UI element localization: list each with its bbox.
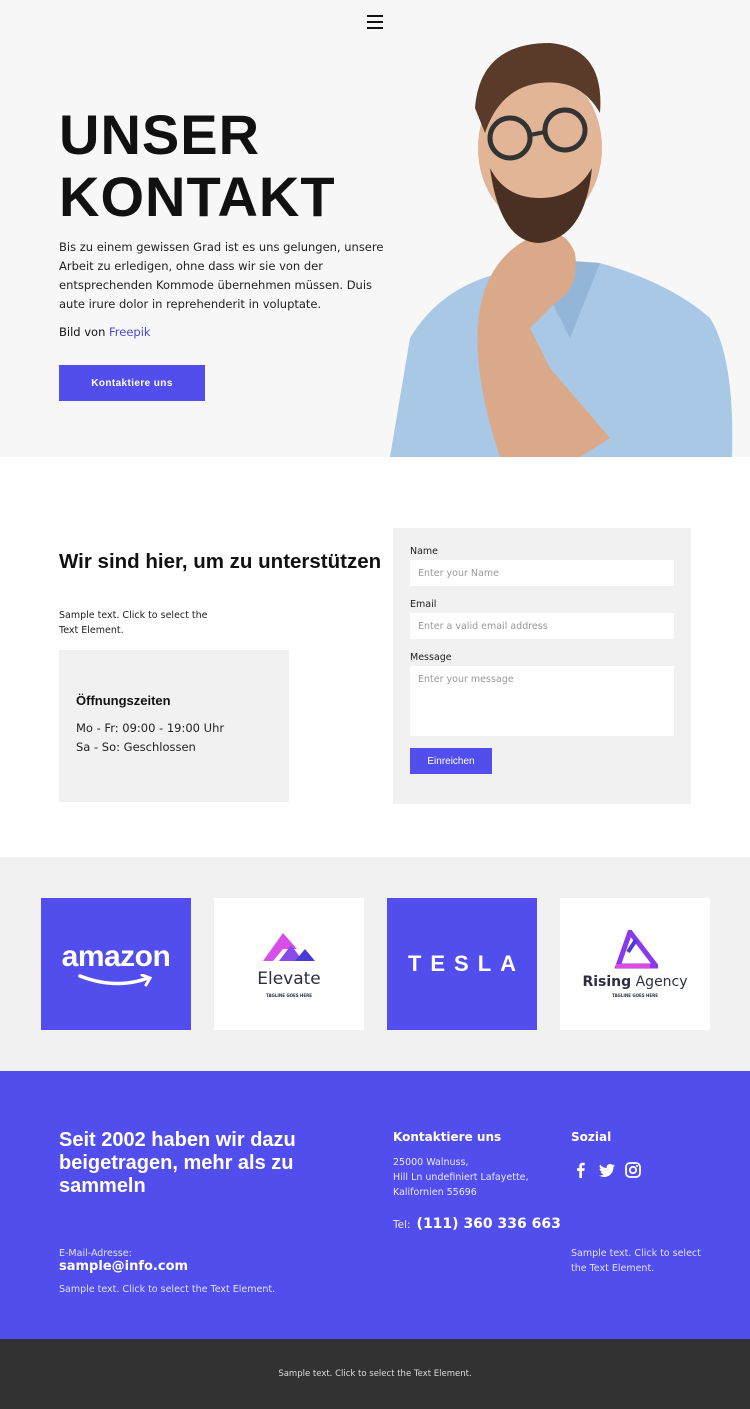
footer-heading: Seit 2002 haben wir dazu beigetragen, me… — [59, 1129, 296, 1197]
footer-contact-heading: Kontaktiere uns — [393, 1130, 502, 1144]
agency-text: Agency — [631, 974, 688, 990]
partner-logos-section: amazon Elevate TAGLINE GOES HERE TESLA R… — [0, 857, 750, 1071]
elevate-logo-text: Elevate — [257, 968, 321, 989]
footer-address: 25000 Walnuss, Hill Ln undefiniert Lafay… — [393, 1155, 529, 1200]
title-line-1: UNSER — [59, 103, 261, 166]
opening-hours-title: Öffnungszeiten — [76, 693, 171, 708]
email-input[interactable] — [410, 613, 674, 639]
submit-button[interactable]: Einreichen — [410, 748, 492, 774]
footer-phone: Tel: (111) 360 336 663 — [393, 1216, 561, 1232]
rising-agency-logo-text: Rising Agency — [582, 974, 687, 990]
message-label: Message — [410, 652, 452, 663]
amazon-smile-icon — [78, 974, 153, 987]
opening-hours-card: Öffnungszeiten Mo - Fr: 09:00 - 19:00 Uh… — [59, 650, 289, 802]
tel-label: Tel: — [393, 1219, 411, 1231]
tesla-logo-text: TESLA — [407, 951, 526, 976]
hero-person-image — [390, 43, 733, 457]
footer-email[interactable]: sample@info.com — [59, 1259, 188, 1274]
instagram-icon[interactable] — [625, 1162, 641, 1178]
twitter-icon[interactable] — [599, 1162, 615, 1178]
message-textarea[interactable] — [410, 666, 674, 736]
hours-weekdays: Mo - Fr: 09:00 - 19:00 Uhr — [76, 721, 225, 735]
bottom-bar-text: Sample text. Click to select the Text El… — [278, 1369, 472, 1379]
page-title: UNSER KONTAKT — [59, 104, 336, 228]
social-sample-text: Sample text. Click to select the Text El… — [571, 1248, 701, 1274]
image-credit: Bild von Freepik — [59, 325, 151, 339]
email-label: Email — [410, 599, 437, 610]
footer-sample-text: Sample text. Click to select the Text El… — [59, 1284, 276, 1295]
address-line-1: 25000 Walnuss, — [393, 1157, 469, 1168]
address-line-2: Hill Ln undefiniert Lafayette, — [393, 1172, 529, 1183]
bottom-bar: Sample text. Click to select the Text El… — [0, 1339, 750, 1409]
name-input[interactable] — [410, 560, 674, 586]
email-address-label: E-Mail-Adresse: — [59, 1248, 132, 1259]
footer-section: Seit 2002 haben wir dazu beigetragen, me… — [0, 1071, 750, 1339]
amazon-logo-text: amazon — [61, 940, 171, 973]
hero-section: UNSER KONTAKT Bis zu einem gewissen Grad… — [0, 0, 750, 457]
support-sample-text: Sample text. Click to select the Text El… — [59, 610, 208, 636]
hours-weekend: Sa - So: Geschlossen — [76, 740, 196, 754]
contact-us-button[interactable]: Kontaktiere uns — [59, 365, 205, 401]
elevate-mark-icon — [263, 932, 315, 961]
name-label: Name — [410, 546, 439, 557]
rising-agency-mark-icon — [614, 930, 658, 969]
elevate-tagline: TAGLINE GOES HERE — [266, 992, 312, 998]
freepik-link[interactable]: Freepik — [109, 325, 151, 339]
facebook-icon[interactable] — [573, 1162, 589, 1178]
address-line-3: Kalifornien 55696 — [393, 1187, 477, 1198]
tesla-logo: TESLA — [387, 898, 537, 1030]
footer-social-heading: Sozial — [571, 1130, 612, 1144]
rising-agency-logo: Rising Agency TAGLINE GOES HERE — [560, 898, 710, 1030]
contact-form: Name Email Message Einreichen — [393, 528, 691, 804]
credit-prefix: Bild von — [59, 325, 110, 339]
rising-agency-tagline: TAGLINE GOES HERE — [612, 993, 658, 998]
tel-number[interactable]: (111) 360 336 663 — [417, 1216, 561, 1232]
title-line-2: KONTAKT — [59, 165, 336, 228]
hamburger-menu-icon[interactable] — [367, 15, 383, 30]
amazon-logo: amazon — [41, 898, 191, 1030]
social-links — [573, 1162, 641, 1178]
rising-bold-text: Rising — [582, 974, 632, 990]
elevate-logo: Elevate TAGLINE GOES HERE — [214, 898, 364, 1030]
hero-text: Bis zu einem gewissen Grad ist es uns ge… — [59, 240, 384, 311]
support-heading: Wir sind hier, um zu unterstützen — [59, 550, 382, 573]
